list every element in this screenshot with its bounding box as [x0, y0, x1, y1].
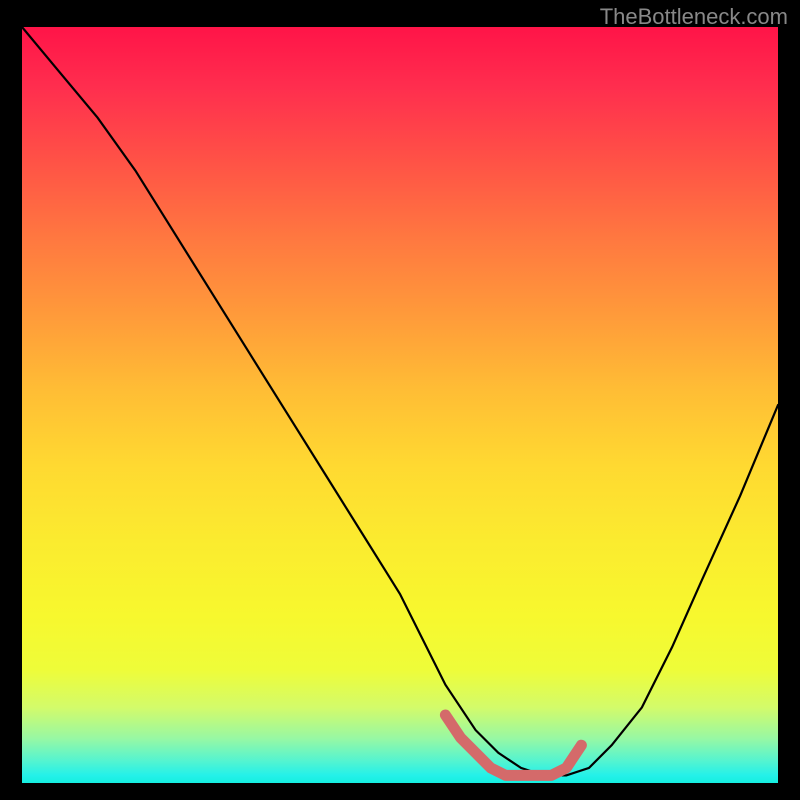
watermark-text: TheBottleneck.com [600, 4, 788, 30]
optimal-zone-marker [445, 715, 581, 775]
chart-svg [22, 27, 778, 783]
chart-plot-area [22, 27, 778, 783]
bottleneck-curve [22, 27, 778, 775]
